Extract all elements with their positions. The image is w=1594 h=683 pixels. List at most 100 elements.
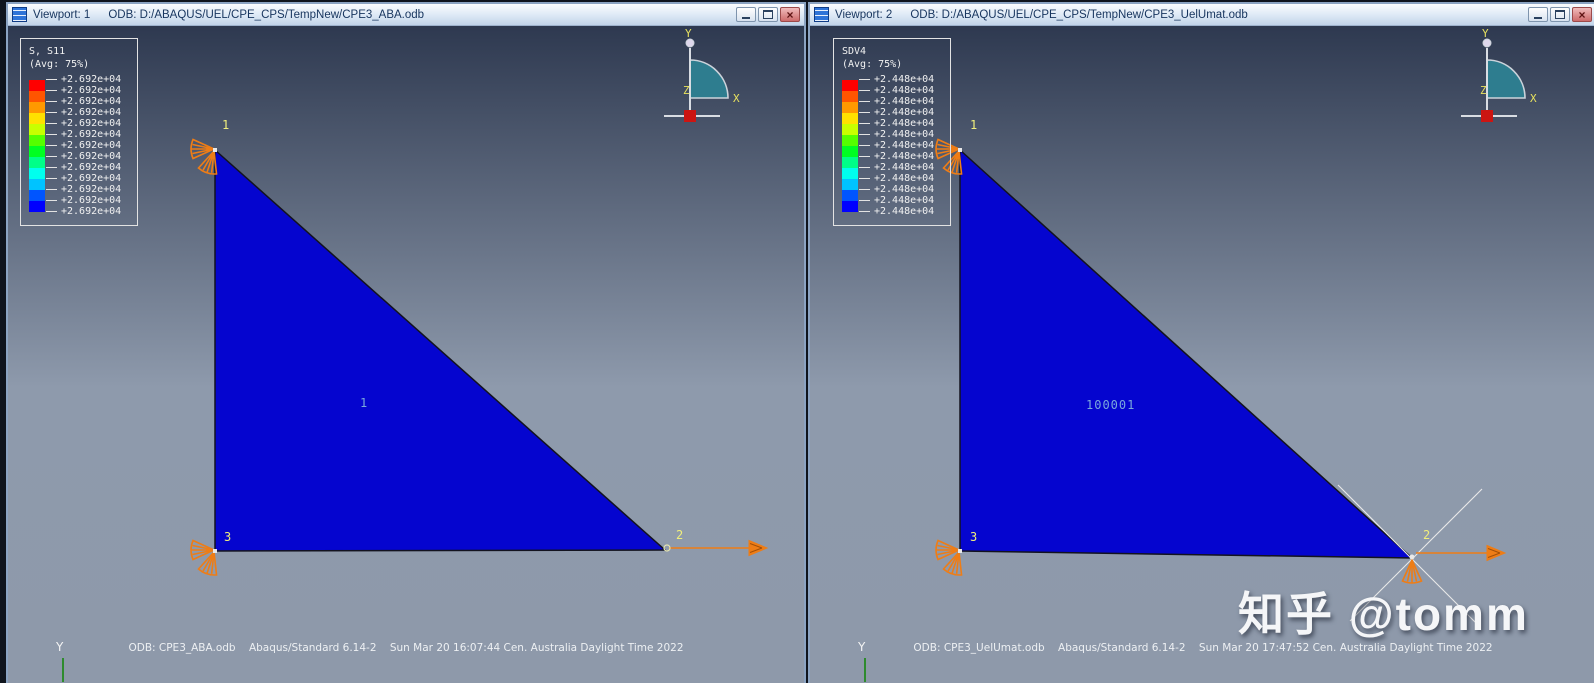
legend-value: +2.692e+04 — [61, 195, 122, 206]
legend-value: +2.448e+04 — [874, 140, 935, 151]
legend-swatch — [842, 123, 858, 135]
legend-swatch — [29, 134, 45, 146]
legend-subtitle: (Avg: 75%) — [29, 59, 90, 70]
triangle-element[interactable] — [214, 148, 667, 552]
legend-value: +2.448e+04 — [874, 85, 935, 96]
legend-value: +2.448e+04 — [874, 184, 935, 195]
node-label-3: 3 — [224, 530, 232, 544]
triad-x-label: X — [1530, 92, 1537, 105]
legend-value: +2.448e+04 — [874, 162, 935, 173]
minimize-button[interactable] — [736, 7, 756, 22]
node-marker-2 — [1409, 554, 1415, 560]
legend-value: +2.692e+04 — [61, 129, 122, 140]
legend-title: SDV4 — [842, 46, 867, 57]
legend-tick — [46, 156, 57, 157]
restore-icon — [1555, 10, 1565, 19]
node-marker-1 — [958, 148, 962, 152]
legend-swatch — [29, 156, 45, 168]
legend-swatch — [842, 145, 858, 157]
legend-swatch — [29, 79, 45, 91]
contour-legend-1: S, S11 (Avg: 75%) +2.692e+04 +2.692e+04 +2… — [20, 38, 138, 226]
legend-scale: +2.692e+04 +2.692e+04 +2.692e+04 +2.692e+04… — [29, 74, 129, 217]
legend-tick — [859, 90, 870, 91]
legend-value: +2.692e+04 — [61, 184, 122, 195]
legend-value: +2.692e+04 — [61, 118, 122, 129]
triad-y-label: Y — [685, 28, 692, 40]
legend-tick — [859, 123, 870, 124]
legend-swatch — [842, 101, 858, 113]
triad-tip-marker — [1482, 38, 1492, 48]
legend-scale: +2.448e+04 +2.448e+04 +2.448e+04 +2.448e+04… — [842, 74, 942, 217]
legend-swatch — [842, 79, 858, 91]
legend-value: +2.692e+04 — [61, 74, 122, 85]
legend-value: +2.448e+04 — [874, 151, 935, 162]
window-odb-path: ODB: D:/ABAQUS/UEL/CPE_CPS/TempNew/CPE3_… — [108, 8, 425, 21]
legend-swatch — [29, 167, 45, 179]
legend-tick — [859, 134, 870, 135]
triad-quarter-disc — [1486, 59, 1526, 99]
triangle-element[interactable] — [959, 148, 1414, 559]
legend-tick — [859, 189, 870, 190]
legend-swatch — [29, 101, 45, 113]
legend-title: S, S11 — [29, 46, 66, 57]
canvas-axis-y-arrow — [864, 658, 866, 682]
legend-tick — [859, 200, 870, 201]
legend-tick — [859, 145, 870, 146]
viewport-icon — [12, 7, 27, 22]
load-arrow — [1416, 544, 1507, 562]
titlebar-2[interactable]: Viewport: 2 ODB: D:/ABAQUS/UEL/CPE_CPS/T… — [810, 4, 1594, 26]
legend-swatch — [842, 90, 858, 102]
minimize-button[interactable] — [1528, 7, 1548, 22]
triad-tip-marker — [685, 38, 695, 48]
legend-value: +2.692e+04 — [61, 151, 122, 162]
titlebar-1[interactable]: Viewport: 1 ODB: D:/ABAQUS/UEL/CPE_CPS/T… — [8, 4, 804, 26]
legend-swatch — [29, 90, 45, 102]
minimize-icon — [1534, 16, 1542, 19]
window-buttons: × — [736, 7, 800, 22]
node-label-3: 3 — [970, 530, 978, 544]
legend-tick — [46, 123, 57, 124]
legend-tick — [859, 79, 870, 80]
legend-swatch — [842, 189, 858, 201]
contour-legend-2: SDV4 (Avg: 75%) +2.448e+04 +2.448e+04 +2.4… — [833, 38, 951, 226]
viewport-canvas-1[interactable]: S, S11 (Avg: 75%) +2.692e+04 +2.692e+04 +2… — [8, 26, 804, 683]
triad-y-label: Y — [1482, 28, 1489, 40]
close-button[interactable]: × — [780, 7, 800, 22]
legend-tick — [46, 178, 57, 179]
legend-value: +2.692e+04 — [61, 162, 122, 173]
legend-swatch — [29, 123, 45, 135]
legend-value: +2.692e+04 — [61, 206, 122, 217]
element-label: 100001 — [1086, 398, 1136, 412]
legend-swatch — [29, 189, 45, 201]
restore-icon — [763, 10, 773, 19]
legend-tick — [46, 200, 57, 201]
window-odb-path: ODB: D:/ABAQUS/UEL/CPE_CPS/TempNew/CPE3_… — [910, 8, 1248, 21]
viewport-window-1: Viewport: 1 ODB: D:/ABAQUS/UEL/CPE_CPS/T… — [6, 2, 806, 683]
legend-tick — [859, 167, 870, 168]
node-label-2: 2 — [1423, 528, 1431, 542]
legend-tick — [46, 101, 57, 102]
close-icon: × — [1578, 7, 1586, 22]
triad-quarter-disc — [689, 59, 729, 99]
legend-tick — [46, 189, 57, 190]
window-buttons: × — [1528, 7, 1592, 22]
restore-button[interactable] — [1550, 7, 1570, 22]
node-marker-1 — [213, 148, 217, 152]
window-title: Viewport: 1 — [33, 8, 91, 21]
triad-x-label: X — [733, 92, 740, 105]
legend-value: +2.448e+04 — [874, 206, 935, 217]
legend-swatch — [842, 156, 858, 168]
node-marker-3 — [213, 549, 217, 553]
legend-value: +2.448e+04 — [874, 107, 935, 118]
legend-tick — [859, 178, 870, 179]
legend-tick — [46, 134, 57, 135]
triad-base-marker — [684, 110, 696, 122]
restore-button[interactable] — [758, 7, 778, 22]
viewport-icon — [814, 7, 829, 22]
legend-value: +2.692e+04 — [61, 107, 122, 118]
close-icon: × — [786, 7, 794, 22]
close-button[interactable]: × — [1572, 7, 1592, 22]
triad-base-marker — [1481, 110, 1493, 122]
legend-value: +2.692e+04 — [61, 85, 122, 96]
legend-value: +2.692e+04 — [61, 140, 122, 151]
